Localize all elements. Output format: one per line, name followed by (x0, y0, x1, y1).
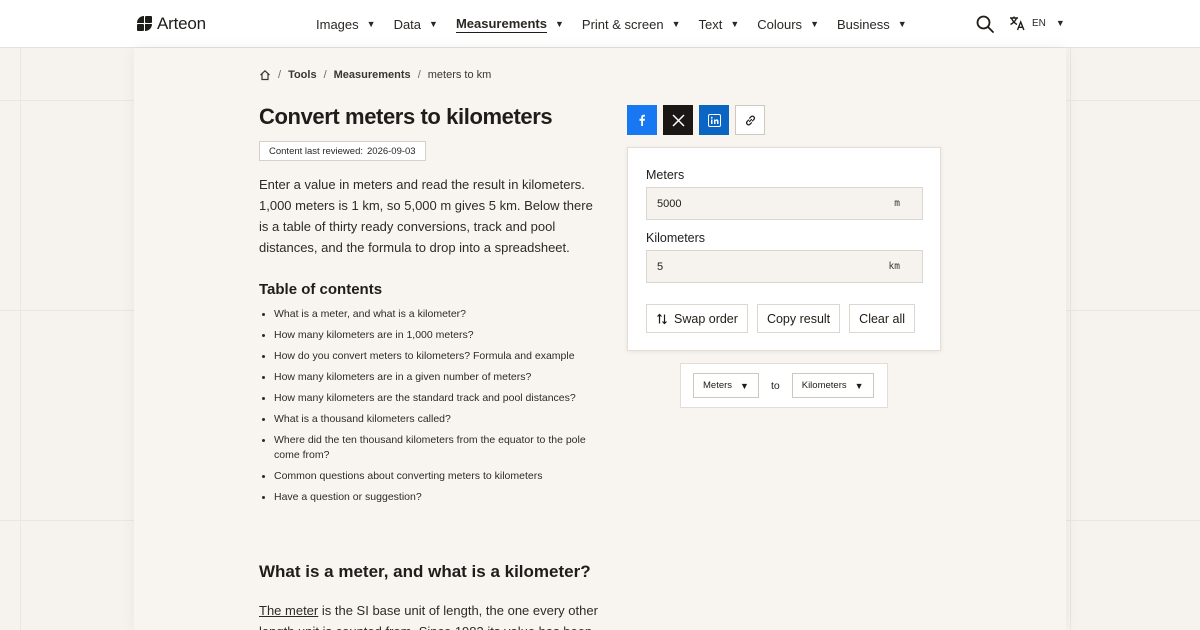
brand-mark-icon (137, 16, 153, 32)
caret-down-icon: ▼ (1055, 18, 1065, 28)
top-navigation-bar: Arteon Images ▼ Data ▼ Measurements ▼ Pr… (0, 0, 1200, 48)
clear-all-button[interactable]: Clear all (849, 304, 916, 333)
caret-down-icon: ▼ (671, 19, 681, 29)
toc-item[interactable]: How many kilometers are the standard tra… (259, 391, 604, 406)
toc-item[interactable]: How many kilometers are in a given numbe… (259, 370, 604, 385)
nav-item-measurements[interactable]: Measurements ▼ (455, 0, 564, 48)
nav-item-business[interactable]: Business ▼ (837, 0, 907, 48)
copy-result-button[interactable]: Copy result (756, 304, 841, 333)
reviewed-label: Content last reviewed: (269, 145, 363, 157)
brand-logo[interactable]: Arteon (137, 14, 206, 34)
language-code: EN (1032, 17, 1046, 29)
nav-item-text[interactable]: Text ▼ (699, 0, 740, 48)
share-linkedin-button[interactable] (699, 105, 729, 135)
caret-down-icon: ▼ (555, 19, 564, 29)
table-of-contents: What is a meter, and what is a kilometer… (259, 307, 604, 511)
home-icon[interactable] (259, 69, 271, 81)
caret-down-icon: ▼ (897, 19, 907, 29)
caret-down-icon: ▼ (810, 19, 819, 29)
facebook-icon (639, 114, 645, 126)
x-logo-icon (671, 113, 685, 127)
converter-card: Meters 5000 m Kilometers 5 km Swap order… (627, 147, 941, 351)
breadcrumb-separator: / (323, 69, 327, 81)
toc-item[interactable]: How many kilometers are in 1,000 meters? (259, 328, 604, 343)
page-title: Convert meters to kilometers (259, 104, 553, 129)
nav-label: Text (698, 16, 723, 32)
kilometers-value: 5 (657, 260, 664, 273)
nav-label: Measurements (455, 15, 547, 33)
share-facebook-button[interactable] (627, 105, 657, 135)
reviewed-badge: Content last reviewed: 2026-09-03 (259, 141, 426, 161)
swap-arrows-icon (657, 313, 667, 324)
to-unit-select[interactable]: Kilometers ▼ (791, 373, 874, 398)
toc-item[interactable]: How do you convert meters to kilometers?… (259, 349, 604, 364)
nav-item-colours[interactable]: Colours ▼ (757, 0, 819, 48)
from-unit-value: Meters (703, 380, 733, 391)
breadcrumb-current: meters to km (427, 69, 492, 81)
from-unit-select[interactable]: Meters ▼ (693, 373, 759, 398)
share-buttons (627, 105, 765, 135)
nav-item-print-screen[interactable]: Print & screen ▼ (582, 0, 681, 48)
kilometers-unit: km (888, 261, 900, 272)
meters-input[interactable]: 5000 m (646, 187, 923, 220)
converter-actions: Swap order Copy result Clear all (646, 304, 916, 333)
swap-order-button[interactable]: Swap order (646, 304, 748, 333)
toc-item[interactable]: Common questions about converting meters… (259, 469, 604, 484)
nav-label: Colours (757, 16, 803, 32)
toc-title: Table of contents (259, 281, 383, 298)
toc-item[interactable]: What is a thousand kilometers called? (259, 412, 604, 427)
toc-item[interactable]: What is a meter, and what is a kilometer… (259, 307, 604, 322)
meters-value: 5000 (657, 197, 682, 210)
meter-link[interactable]: The meter (259, 603, 318, 618)
toc-item[interactable]: Have a question or suggestion? (259, 490, 604, 505)
caret-down-icon: ▼ (730, 19, 740, 29)
kilometers-input[interactable]: 5 km (646, 250, 923, 283)
to-label: to (770, 379, 780, 392)
copy-result-label: Copy result (766, 311, 831, 326)
clear-all-label: Clear all (859, 311, 906, 326)
search-icon[interactable] (975, 14, 995, 34)
share-x-button[interactable] (663, 105, 693, 135)
intro-paragraph: Enter a value in meters and read the res… (259, 177, 593, 255)
link-icon (745, 115, 755, 125)
language-selector[interactable]: EN ▼ (1009, 15, 1065, 31)
breadcrumb: / Tools / Measurements / meters to km (259, 69, 491, 81)
section-title: What is a meter, and what is a kilometer… (259, 562, 591, 581)
breadcrumb-measurements[interactable]: Measurements (334, 69, 411, 81)
unit-picker: Meters ▼ to Kilometers ▼ (680, 363, 888, 408)
reviewed-date: 2026-09-03 (367, 145, 416, 157)
linkedin-icon (707, 113, 721, 127)
main-nav: Images ▼ Data ▼ Measurements ▼ Print & s… (316, 0, 925, 48)
meters-unit: m (894, 198, 900, 209)
nav-label: Data (393, 16, 422, 32)
caret-down-icon: ▼ (854, 380, 864, 391)
breadcrumb-tools[interactable]: Tools (288, 69, 317, 81)
nav-label: Business (836, 16, 890, 32)
nav-item-images[interactable]: Images ▼ (316, 0, 376, 48)
caret-down-icon: ▼ (366, 19, 376, 29)
section-paragraph: The meter is the SI base unit of length,… (259, 600, 604, 630)
meters-label: Meters (646, 168, 685, 182)
toc-item[interactable]: Where did the ten thousand kilometers fr… (259, 433, 604, 463)
brand-name: Arteon (157, 14, 206, 33)
swap-order-label: Swap order (674, 311, 738, 326)
to-unit-value: Kilometers (801, 380, 847, 391)
nav-label: Print & screen (581, 16, 664, 32)
nav-label: Images (316, 16, 359, 32)
caret-down-icon: ▼ (740, 380, 749, 391)
kilometers-label: Kilometers (646, 231, 706, 245)
translate-icon (1010, 16, 1025, 31)
caret-down-icon: ▼ (429, 19, 438, 29)
copy-link-button[interactable] (735, 105, 765, 135)
breadcrumb-separator: / (417, 69, 421, 81)
breadcrumb-separator: / (278, 69, 282, 81)
nav-item-data[interactable]: Data ▼ (394, 0, 438, 48)
